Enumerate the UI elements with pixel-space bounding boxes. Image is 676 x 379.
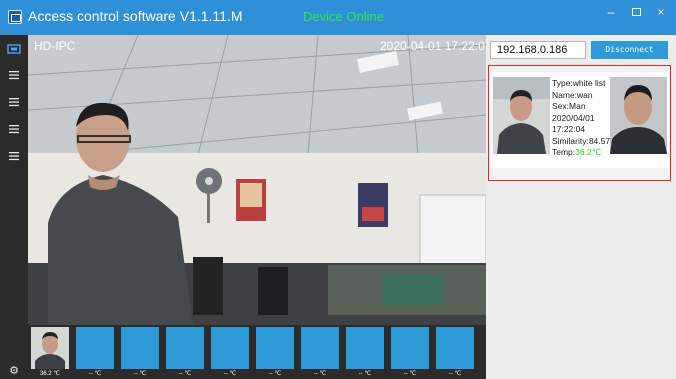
capture-thumbnail[interactable] [76, 327, 114, 369]
temp-value: 36.2℃ [575, 147, 602, 157]
app-logo-icon [8, 10, 22, 24]
recognition-record-card[interactable]: Type:white list Name:wan Sex:Man 2020/04… [488, 65, 671, 181]
temp-label: Temp: [552, 147, 576, 157]
nav-item-2[interactable] [7, 70, 21, 82]
thumbnail-temp: -- ℃ [178, 371, 192, 377]
thumbnail-temp: -- ℃ [88, 371, 102, 377]
capture-thumbnail[interactable] [211, 327, 249, 369]
thumbnail-temp: -- ℃ [358, 371, 372, 377]
capture-thumbnail[interactable] [166, 327, 204, 369]
video-timestamp: 2020-04-01 17:22:07 [380, 39, 486, 53]
nav-item-5[interactable] [7, 151, 21, 163]
thumbnail-temp: -- ℃ [133, 371, 147, 377]
registered-face-image [610, 77, 667, 154]
capture-thumbnail[interactable] [121, 327, 159, 369]
capture-thumbnail[interactable] [436, 327, 474, 369]
capture-thumbnail[interactable] [301, 327, 339, 369]
title-bar: Access control software V1.1.11.M Device… [0, 0, 676, 35]
capture-thumbnail[interactable] [346, 327, 384, 369]
minimize-button[interactable]: – [600, 4, 622, 20]
video-icon [7, 44, 21, 54]
thumbnail-temp: -- ℃ [403, 371, 417, 377]
thumbnail-temp: 36.2 ℃ [39, 371, 61, 377]
record-temp: Temp:36.2℃ [552, 147, 612, 159]
record-info: Type:white list Name:wan Sex:Man 2020/04… [552, 78, 612, 159]
disconnect-device-button[interactable]: Disconnect device [591, 41, 668, 72]
face-capture-image [31, 327, 69, 369]
camera-label: HD-IPC [34, 39, 76, 53]
thumbnail-temp: -- ℃ [268, 371, 282, 377]
record-date: 2020/04/01 [552, 112, 595, 123]
menu-icon [9, 125, 19, 134]
left-nav: ⚙ [0, 35, 28, 379]
nav-item-3[interactable] [7, 97, 21, 109]
window-title: Access control software V1.1.11.M [28, 8, 243, 24]
record-content: Type:white list Name:wan Sex:Man 2020/04… [490, 72, 669, 168]
nav-item-4[interactable] [7, 124, 21, 136]
capture-thumbnail[interactable] [391, 327, 429, 369]
thumbnail-temp: -- ℃ [223, 371, 237, 377]
gear-icon: ⚙ [9, 365, 19, 377]
live-video-feed: HD-IPC 2020-04-01 17:22:07 [28, 35, 486, 325]
record-time: 17:22:04 [552, 124, 586, 134]
capture-thumbnail[interactable] [256, 327, 294, 369]
record-type: Type:white list [552, 78, 606, 88]
capture-thumbnail-strip: 36.2 ℃ -- ℃ -- ℃ -- ℃ -- ℃ -- ℃ -- ℃ -- … [28, 325, 486, 379]
thumbnail-temp: -- ℃ [313, 371, 327, 377]
ip-address-input[interactable]: 192.168.0.186 [490, 41, 586, 59]
menu-icon [9, 98, 19, 107]
record-name: Name:wan [552, 89, 593, 100]
record-sex: Sex:Man [552, 101, 586, 111]
close-button[interactable]: × [650, 4, 672, 20]
maximize-button[interactable] [625, 4, 647, 20]
registered-face-photo [610, 77, 667, 154]
thumbnail-temp: -- ℃ [448, 371, 462, 377]
nav-live-video[interactable] [7, 43, 21, 55]
captured-face-image [493, 77, 550, 154]
record-similarity: Similarity:84.57 [552, 135, 611, 146]
device-status: Device Online [303, 9, 384, 24]
right-panel: 192.168.0.186 Disconnect device Type:whi… [486, 35, 676, 379]
menu-icon [9, 152, 19, 161]
capture-thumbnail[interactable] [31, 327, 69, 369]
office-scene [28, 102, 486, 325]
settings-icon-button[interactable]: ⚙ [7, 365, 21, 377]
captured-face-photo [493, 77, 550, 154]
menu-icon [9, 71, 19, 80]
maximize-icon [631, 8, 641, 16]
